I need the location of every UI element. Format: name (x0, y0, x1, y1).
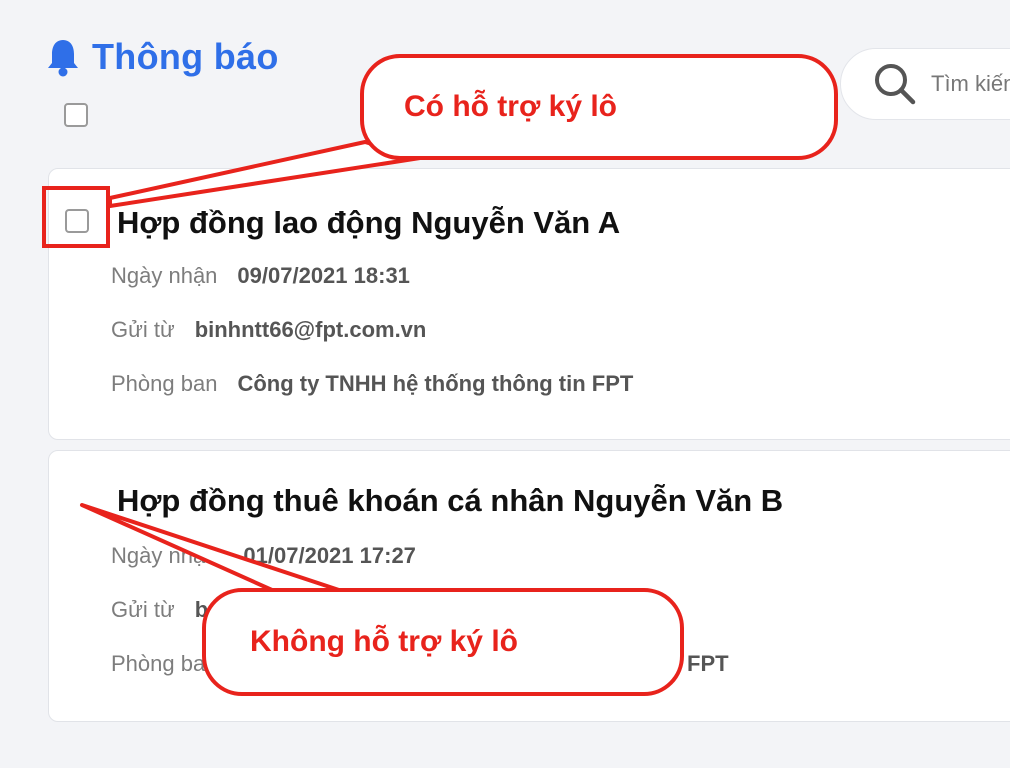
pointer-supported (108, 140, 422, 208)
callout-not-supported: Không hỗ trợ ký lô (202, 588, 684, 696)
callout-not-supported-text: Không hỗ trợ ký lô (250, 625, 518, 658)
callout-supported-text: Có hỗ trợ ký lô (404, 90, 618, 123)
callout-supported: Có hỗ trợ ký lô (360, 54, 838, 160)
pointer-not-supported (80, 503, 347, 600)
